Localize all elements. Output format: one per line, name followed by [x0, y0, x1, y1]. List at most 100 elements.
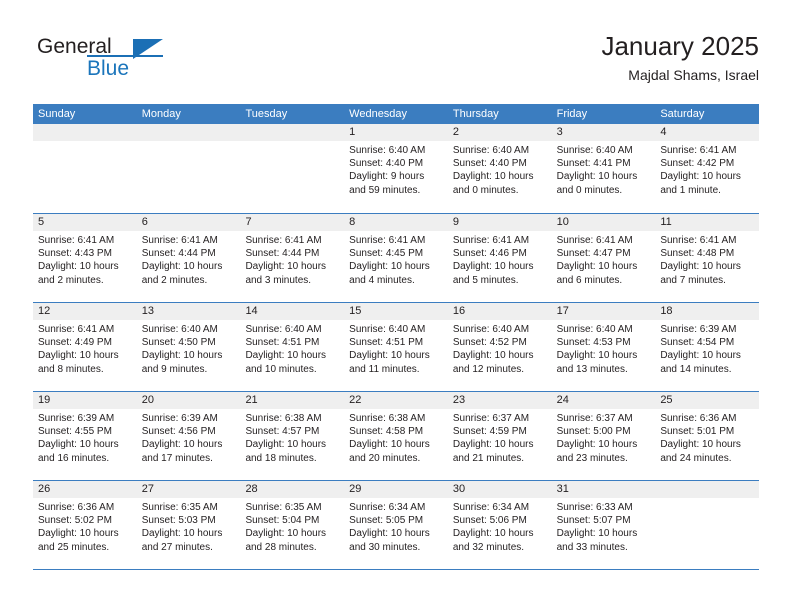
- daylight-text: Daylight: 10 hours and 18 minutes.: [245, 439, 327, 464]
- calendar-day-cell[interactable]: 3 Sunrise: 6:40 AM Sunset: 4:41 PM Daylight…: [551, 124, 656, 213]
- calendar-day-cell[interactable]: 15 Sunrise: 6:40 AM Sunset: 4:51 PM Dayligh…: [344, 303, 448, 391]
- calendar-day-cell[interactable]: 12 Sunrise: 6:41 AM Sunset: 4:49 PM Dayligh…: [33, 303, 137, 391]
- weekday-header-saturday: Saturday: [660, 108, 705, 120]
- sunrise-text: Sunrise: 6:41 AM: [245, 235, 322, 246]
- sunset-text: Sunset: 4:40 PM: [349, 158, 424, 170]
- calendar-day-cell[interactable]: 16 Sunrise: 6:40 AM Sunset: 4:52 PM Dayligh…: [447, 303, 552, 391]
- day-details: Sunrise: 6:41 AM Sunset: 4:42 PM Daylight:…: [655, 141, 759, 197]
- calendar-day-cell[interactable]: 1 Sunrise: 6:40 AM Sunset: 4:40 PM Daylight…: [344, 124, 448, 213]
- page-subtitle: Majdal Shams, Israel: [628, 67, 759, 83]
- daylight-text: Daylight: 10 hours and 9 minutes.: [141, 350, 223, 375]
- sunrise-text: Sunrise: 6:39 AM: [141, 413, 218, 424]
- day-number: 19: [33, 392, 137, 409]
- day-details: Sunrise: 6:40 AM Sunset: 4:51 PM Daylight:…: [240, 320, 344, 376]
- sunrise-text: Sunrise: 6:40 AM: [349, 324, 426, 335]
- day-number: 12: [33, 303, 137, 320]
- sunrise-text: Sunrise: 6:36 AM: [660, 413, 737, 424]
- day-details: Sunrise: 6:39 AM Sunset: 4:55 PM Daylight:…: [33, 409, 137, 465]
- sunrise-text: Sunrise: 6:36 AM: [38, 502, 115, 513]
- calendar-day-cell[interactable]: 9 Sunrise: 6:41 AM Sunset: 4:46 PM Daylight…: [447, 214, 552, 302]
- calendar-day-cell[interactable]: 10 Sunrise: 6:41 AM Sunset: 4:47 PM Dayligh…: [551, 214, 656, 302]
- sunset-text: Sunset: 5:05 PM: [349, 515, 424, 527]
- day-details: Sunrise: 6:40 AM Sunset: 4:53 PM Daylight:…: [552, 320, 656, 376]
- calendar-day-cell[interactable]: 7 Sunrise: 6:41 AM Sunset: 4:44 PM Daylight…: [240, 214, 345, 302]
- calendar-day-cell[interactable]: 22 Sunrise: 6:38 AM Sunset: 4:58 PM Dayligh…: [344, 392, 448, 480]
- day-details: Sunrise: 6:40 AM Sunset: 4:52 PM Daylight:…: [448, 320, 552, 376]
- page-header: General Blue January 2025 Majdal Shams, …: [33, 30, 759, 98]
- daylight-text: Daylight: 10 hours and 5 minutes.: [452, 261, 534, 286]
- daylight-text: Daylight: 9 hours and 59 minutes.: [349, 171, 425, 196]
- sunset-text: Sunset: 5:04 PM: [245, 515, 320, 527]
- day-number: 23: [447, 392, 552, 409]
- sunrise-text: Sunrise: 6:41 AM: [660, 145, 737, 156]
- daylight-text: Daylight: 10 hours and 8 minutes.: [38, 350, 119, 375]
- daylight-text: Daylight: 10 hours and 2 minutes.: [38, 261, 119, 286]
- weekday-header-wednesday: Wednesday: [349, 108, 408, 120]
- sunrise-text: Sunrise: 6:34 AM: [452, 502, 530, 513]
- sunset-text: Sunset: 4:40 PM: [452, 158, 527, 170]
- day-number: 2: [447, 124, 552, 141]
- calendar-day-cell[interactable]: 4 Sunrise: 6:41 AM Sunset: 4:42 PM Daylight…: [655, 124, 760, 213]
- sunrise-text: Sunrise: 6:41 AM: [556, 235, 633, 246]
- daylight-text: Daylight: 10 hours and 27 minutes.: [141, 528, 223, 553]
- day-details: Sunrise: 6:41 AM Sunset: 4:44 PM Daylight:…: [137, 231, 241, 287]
- day-number: 22: [344, 392, 448, 409]
- calendar-day-cell[interactable]: 13 Sunrise: 6:40 AM Sunset: 4:50 PM Dayligh…: [136, 303, 241, 391]
- calendar-day-cell[interactable]: 27 Sunrise: 6:35 AM Sunset: 5:03 PM Dayligh…: [136, 481, 241, 569]
- sunset-text: Sunset: 5:00 PM: [556, 426, 631, 438]
- calendar-day-cell[interactable]: 21 Sunrise: 6:38 AM Sunset: 4:57 PM Dayligh…: [240, 392, 345, 480]
- calendar-day-cell[interactable]: 6 Sunrise: 6:41 AM Sunset: 4:44 PM Daylight…: [136, 214, 241, 302]
- sunset-text: Sunset: 4:52 PM: [452, 337, 527, 349]
- sunrise-text: Sunrise: 6:39 AM: [660, 324, 737, 335]
- sunset-text: Sunset: 4:53 PM: [556, 337, 631, 349]
- sunrise-text: Sunrise: 6:40 AM: [245, 324, 322, 335]
- sunrise-text: Sunrise: 6:34 AM: [349, 502, 426, 513]
- calendar-day-cell[interactable]: 20 Sunrise: 6:39 AM Sunset: 4:56 PM Dayligh…: [136, 392, 241, 480]
- calendar-day-cell[interactable]: 14 Sunrise: 6:40 AM Sunset: 4:51 PM Dayligh…: [240, 303, 345, 391]
- day-number: 27: [136, 481, 241, 498]
- calendar-day-cell[interactable]: 28 Sunrise: 6:35 AM Sunset: 5:04 PM Dayligh…: [240, 481, 345, 569]
- calendar-day-cell[interactable]: 19 Sunrise: 6:39 AM Sunset: 4:55 PM Dayligh…: [33, 392, 137, 480]
- sunrise-text: Sunrise: 6:33 AM: [556, 502, 633, 513]
- day-details: Sunrise: 6:34 AM Sunset: 5:05 PM Daylight:…: [344, 498, 448, 554]
- weekday-header-row: Sunday Monday Tuesday Wednesday Thursday Frid…: [33, 104, 759, 124]
- sunset-text: Sunset: 4:44 PM: [245, 248, 320, 260]
- sunset-text: Sunset: 4:49 PM: [38, 337, 112, 349]
- calendar-day-cell[interactable]: 23 Sunrise: 6:37 AM Sunset: 4:59 PM Dayligh…: [447, 392, 552, 480]
- calendar-day-cell[interactable]: 5 Sunrise: 6:41 AM Sunset: 4:43 PM Daylight…: [33, 214, 137, 302]
- sunset-text: Sunset: 4:42 PM: [660, 158, 735, 170]
- general-blue-logo[interactable]: General Blue: [37, 35, 177, 91]
- calendar-week-row: 12 Sunrise: 6:41 AM Sunset: 4:49 PM Dayligh…: [33, 302, 760, 391]
- calendar-day-cell[interactable]: 18 Sunrise: 6:39 AM Sunset: 4:54 PM Dayligh…: [655, 303, 760, 391]
- calendar-day-cell[interactable]: 26 Sunrise: 6:36 AM Sunset: 5:02 PM Dayligh…: [33, 481, 137, 569]
- sunrise-text: Sunrise: 6:41 AM: [452, 235, 530, 246]
- sunset-text: Sunset: 5:02 PM: [38, 515, 112, 527]
- sunset-text: Sunset: 5:01 PM: [660, 426, 735, 438]
- calendar-week-row: 1 Sunrise: 6:40 AM Sunset: 4:40 PM Daylight…: [33, 124, 760, 213]
- calendar-day-cell[interactable]: 8 Sunrise: 6:41 AM Sunset: 4:45 PM Daylight…: [344, 214, 448, 302]
- daylight-text: Daylight: 10 hours and 7 minutes.: [660, 261, 741, 286]
- weekday-header-tuesday: Tuesday: [245, 108, 288, 120]
- sunset-text: Sunset: 4:48 PM: [660, 248, 735, 260]
- calendar-day-cell[interactable]: 25 Sunrise: 6:36 AM Sunset: 5:01 PM Dayligh…: [655, 392, 760, 480]
- daylight-text: Daylight: 10 hours and 3 minutes.: [245, 261, 327, 286]
- day-number: 9: [447, 214, 552, 231]
- sunrise-text: Sunrise: 6:37 AM: [452, 413, 530, 424]
- day-number: 26: [33, 481, 137, 498]
- day-number: 31: [551, 481, 656, 498]
- day-number: 28: [240, 481, 345, 498]
- calendar-day-cell[interactable]: 29 Sunrise: 6:34 AM Sunset: 5:05 PM Dayligh…: [344, 481, 448, 569]
- calendar-day-cell[interactable]: 11 Sunrise: 6:41 AM Sunset: 4:48 PM Dayligh…: [655, 214, 760, 302]
- calendar-day-cell[interactable]: 24 Sunrise: 6:37 AM Sunset: 5:00 PM Dayligh…: [551, 392, 656, 480]
- sunrise-text: Sunrise: 6:35 AM: [141, 502, 218, 513]
- calendar-day-cell[interactable]: 30 Sunrise: 6:34 AM Sunset: 5:06 PM Dayligh…: [447, 481, 552, 569]
- calendar-day-cell[interactable]: 31 Sunrise: 6:33 AM Sunset: 5:07 PM Dayligh…: [551, 481, 656, 569]
- weekday-header-sunday: Sunday: [38, 108, 76, 120]
- day-number: 10: [551, 214, 656, 231]
- calendar-page: General Blue January 2025 Majdal Shams, …: [0, 0, 792, 612]
- sunrise-text: Sunrise: 6:41 AM: [38, 324, 115, 335]
- daylight-text: Daylight: 10 hours and 33 minutes.: [556, 528, 638, 553]
- sunrise-text: Sunrise: 6:38 AM: [245, 413, 322, 424]
- calendar-day-cell[interactable]: 17 Sunrise: 6:40 AM Sunset: 4:53 PM Dayligh…: [551, 303, 656, 391]
- calendar-day-cell[interactable]: 2 Sunrise: 6:40 AM Sunset: 4:40 PM Daylight…: [447, 124, 552, 213]
